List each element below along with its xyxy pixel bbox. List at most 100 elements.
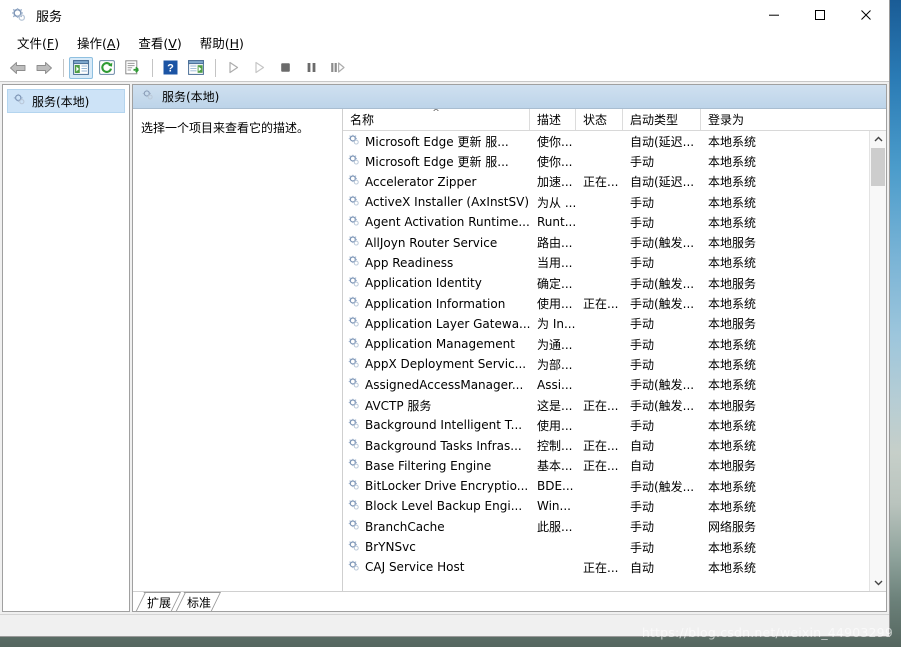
column-header-log-on-as[interactable]: 登录为 (701, 109, 760, 130)
table-row[interactable]: Base Filtering Engine 基本... 正在... 自动 本地服务 (343, 456, 886, 476)
tree-item-services-local[interactable]: 服务(本地) (7, 89, 125, 113)
toolbar-separator-3 (215, 58, 216, 77)
menu-view[interactable]: 查看(V) (129, 31, 190, 54)
properties-button[interactable] (184, 57, 208, 79)
menu-help-accel: H (229, 35, 240, 51)
menu-help[interactable]: 帮助(H) (191, 31, 253, 54)
results-pane: 服务(本地) 选择一个项目来查看它的描述。 名称 ^ 描述 状态 启动类型 登录… (132, 84, 887, 612)
service-gear-icon (347, 133, 361, 150)
export-list-button[interactable] (121, 57, 145, 79)
services-list-rows[interactable]: Microsoft Edge 更新 服... 使你... 自动(延迟... 本地系统 M… (343, 131, 886, 591)
service-gear-icon (347, 214, 361, 231)
cell-name: Agent Activation Runtime... (343, 214, 530, 231)
toolbar-separator-2 (152, 58, 153, 77)
table-row[interactable]: BitLocker Drive Encryptio... BDE... 手动(触发.… (343, 476, 886, 496)
table-row[interactable]: Background Intelligent T... 使用... 手动 本地系统 (343, 415, 886, 435)
cell-startup_type: 手动(触发... (630, 297, 695, 312)
close-button[interactable] (843, 0, 889, 30)
menu-action[interactable]: 操作(A) (68, 31, 129, 54)
cell-description: BDE... (537, 479, 574, 494)
back-button[interactable] (6, 57, 30, 79)
cell-name: Accelerator Zipper (343, 173, 530, 190)
cell-name: Base Filtering Engine (343, 457, 530, 474)
cell-name: CAJ Service Host (343, 559, 530, 576)
table-row[interactable]: Application Identity 确定... 手动(触发... 本地服务 (343, 273, 886, 293)
cell-log_on_as: 本地系统 (708, 337, 757, 352)
cell-startup_type: 手动 (630, 418, 655, 433)
table-row[interactable]: CAJ Service Host 正在... 自动 本地系统 (343, 557, 886, 577)
cell-text: Base Filtering Engine (365, 458, 492, 473)
resume-service-button[interactable] (247, 57, 271, 79)
table-row[interactable]: AVCTP 服务 这是... 正在... 手动(触发... 本地服务 (343, 395, 886, 415)
table-row[interactable]: Accelerator Zipper 加速... 正在... 自动(延迟... 本地系统 (343, 172, 886, 192)
table-row[interactable]: AllJoyn Router Service 路由... 手动(触发... 本地服务 (343, 232, 886, 252)
cell-name: AllJoyn Router Service (343, 234, 530, 251)
service-gear-icon (347, 356, 361, 373)
cell-text: Application Management (365, 337, 515, 352)
menu-file[interactable]: 文件(F) (8, 31, 68, 54)
column-header-name[interactable]: 名称 ^ (343, 109, 530, 130)
cell-startup_type: 自动(延迟... (630, 175, 695, 190)
cell-description: 使用... (537, 418, 573, 433)
tab-standard[interactable]: 标准 (175, 592, 221, 611)
help-question-button[interactable]: ? (158, 57, 182, 79)
service-gear-icon (347, 457, 361, 474)
description-placeholder-text: 选择一个项目来查看它的描述。 (141, 121, 310, 135)
scroll-up-icon[interactable] (870, 131, 886, 148)
cell-log_on_as: 本地系统 (708, 418, 757, 433)
table-row[interactable]: AssignedAccessManager... Assi... 手动(触发... 本… (343, 375, 886, 395)
cell-startup_type: 手动 (630, 540, 655, 555)
cell-startup_type: 手动(触发... (630, 276, 695, 291)
table-row[interactable]: Block Level Backup Engi... Win... 手动 本地系统 (343, 496, 886, 516)
cell-log_on_as: 本地系统 (708, 297, 757, 312)
column-header-name-label: 名称 (350, 113, 375, 127)
service-gear-icon (347, 153, 361, 170)
table-row[interactable]: Application Layer Gatewa... 为 In... 手动 本地服务 (343, 314, 886, 334)
scrollbar-thumb[interactable] (871, 148, 885, 186)
table-row[interactable]: Application Information 使用... 正在... 手动(触发..… (343, 293, 886, 313)
cell-startup_type: 手动 (630, 499, 655, 514)
table-row[interactable]: Agent Activation Runtime... Runt... 手动 本地系统 (343, 212, 886, 232)
column-header-description[interactable]: 描述 (530, 109, 576, 130)
cell-log_on_as: 本地系统 (708, 175, 757, 190)
column-header-status[interactable]: 状态 (576, 109, 623, 130)
cell-text: Accelerator Zipper (365, 174, 477, 189)
show-tree-button[interactable] (69, 56, 93, 79)
start-service-button[interactable] (221, 57, 245, 79)
maximize-button[interactable] (797, 0, 843, 30)
scroll-down-icon[interactable] (870, 574, 886, 591)
pane-header: 服务(本地) (133, 85, 886, 109)
refresh-button[interactable] (95, 57, 119, 79)
scrollbar-track[interactable] (870, 148, 886, 574)
vertical-scrollbar[interactable] (869, 131, 886, 591)
table-row[interactable]: Background Tasks Infras... 控制... 正在... 自动 本地… (343, 435, 886, 455)
service-gear-icon (347, 539, 361, 556)
cell-description: Runt... (537, 215, 576, 230)
column-header-startup-type[interactable]: 启动类型 (623, 109, 701, 130)
restart-service-button[interactable] (325, 57, 349, 79)
cell-description: 确定... (537, 276, 573, 291)
services-list-pane: 名称 ^ 描述 状态 启动类型 登录为 Microsoft Edge 更新 服.… (343, 109, 886, 591)
cell-log_on_as: 本地系统 (708, 154, 757, 169)
forward-button[interactable] (32, 57, 56, 79)
table-row[interactable]: Microsoft Edge 更新 服... 使你... 手动 本地系统 (343, 151, 886, 171)
cell-log_on_as: 本地服务 (708, 398, 757, 413)
cell-startup_type: 手动(触发... (630, 236, 695, 251)
table-row[interactable]: Application Management 为通... 手动 本地系统 (343, 334, 886, 354)
table-row[interactable]: BranchCache 此服... 手动 网络服务 (343, 517, 886, 537)
table-row[interactable]: AppX Deployment Servic... 为部... 手动 本地系统 (343, 354, 886, 374)
stop-service-button[interactable] (273, 57, 297, 79)
table-row[interactable]: App Readiness 当用... 手动 本地系统 (343, 253, 886, 273)
minimize-button[interactable] (751, 0, 797, 30)
table-row[interactable]: ActiveX Installer (AxInstSV) 为从 ... 手动 本地系统 (343, 192, 886, 212)
cell-startup_type: 手动 (630, 337, 655, 352)
cell-log_on_as: 网络服务 (708, 520, 757, 535)
cell-name: ActiveX Installer (AxInstSV) (343, 194, 530, 211)
table-row[interactable]: BrYNSvc 手动 本地系统 (343, 537, 886, 557)
cell-name: Microsoft Edge 更新 服... (343, 133, 530, 150)
tab-extended[interactable]: 扩展 (135, 592, 181, 611)
service-gear-icon (347, 397, 361, 414)
status-bar (0, 614, 889, 636)
pause-service-button[interactable] (299, 57, 323, 79)
table-row[interactable]: Microsoft Edge 更新 服... 使你... 自动(延迟... 本地系统 (343, 131, 886, 151)
